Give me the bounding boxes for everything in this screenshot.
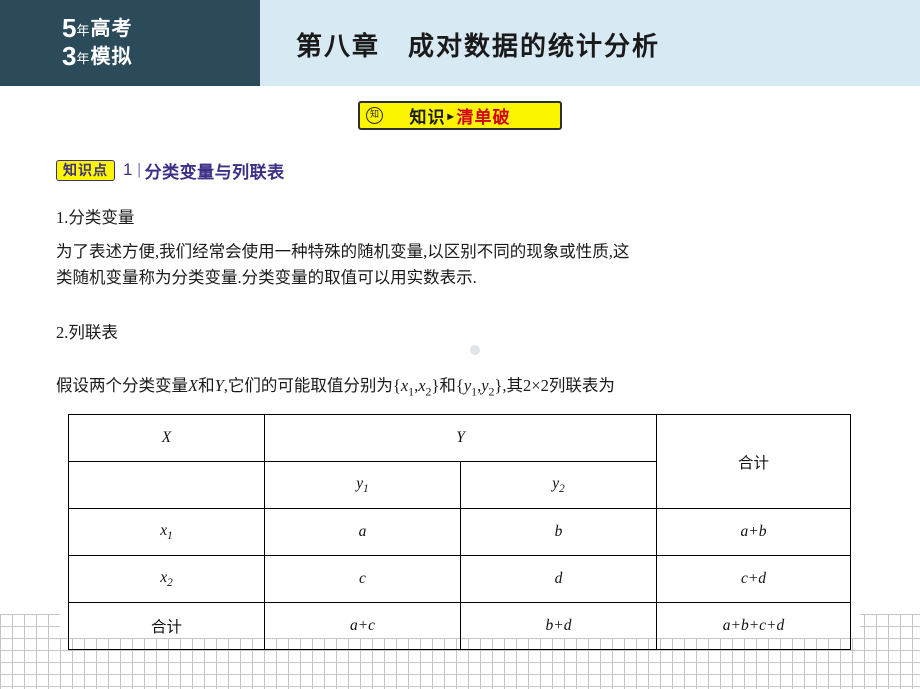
table-cell-c-plus-d: c+d <box>656 555 851 603</box>
page-watermark-dot <box>470 345 480 355</box>
table-subheader-y2-sub: 2 <box>559 483 565 496</box>
table-row-label-x2: x2 <box>68 555 265 603</box>
section-banner: 知 知识 ▸ 清单破 <box>358 101 562 130</box>
banner-separator-icon: ▸ <box>447 108 455 123</box>
p2-mid-1: 和 <box>198 376 215 395</box>
banner-text-red: 清单破 <box>456 108 511 127</box>
p2-pre: 假设两个分类变量 <box>56 376 188 395</box>
table-cell-a-plus-b: a+b <box>656 508 851 556</box>
table-cell-b-plus-d: b+d <box>460 602 657 650</box>
brand-logo-cn-1: 年 <box>76 23 91 38</box>
p2-var-x: X <box>188 376 199 395</box>
knowledge-point-heading: 知识点 1 | 分类变量与列联表 <box>56 158 285 182</box>
brand-logo-big-1: 高考 <box>90 18 133 40</box>
knowledge-point-title: 分类变量与列联表 <box>144 162 285 182</box>
paragraph-1-line-1: 为了表述方便,我们经常会使用一种特殊的随机变量,以区别不同的现象或性质,这 <box>56 242 630 261</box>
chapter-title: 第八章 成对数据的统计分析 <box>296 31 661 61</box>
table-cell-grand-total: a+b+c+d <box>656 602 851 650</box>
p2-var-y: Y <box>214 376 224 395</box>
brand-logo-number-1: 5 <box>62 13 77 43</box>
table-header-total: 合计 <box>656 414 851 509</box>
brand-logo-cn-2: 年 <box>76 51 91 66</box>
paragraph-1-line-2: 类随机变量称为分类变量.分类变量的取值可以用实数表示. <box>56 267 477 287</box>
brand-logo-line-2: 3年模拟 <box>62 42 174 70</box>
table-row: X Y 合计 <box>68 414 851 509</box>
table-row-label-x2-sub: 2 <box>167 577 173 590</box>
p2-set2-y2: y <box>481 376 489 395</box>
brand-logo-number-2: 3 <box>62 41 77 71</box>
table-cell-a: a <box>264 508 461 556</box>
table-row-label-x1: x1 <box>68 508 265 556</box>
subheading-2: 2.列联表 <box>56 323 118 342</box>
p2-set1-x2: x <box>418 376 426 395</box>
banner-text: 知识 ▸ 清单破 <box>360 103 560 128</box>
knowledge-point-bar: | <box>137 161 141 178</box>
p2-post: },其2×2列联表为 <box>494 376 615 395</box>
table-row: 合计 a+c b+d a+b+c+d <box>68 602 851 650</box>
table-row-label-x1-sub: 1 <box>167 530 173 543</box>
table-subheader-y1-sub: 1 <box>363 483 369 496</box>
table-cell-c: c <box>264 555 461 603</box>
table-header-x: X <box>68 414 265 462</box>
table-cell-empty <box>68 461 265 509</box>
page-header: 5年高考 3年模拟 第八章 成对数据的统计分析 <box>0 0 920 86</box>
brand-logo-line-1: 5年高考 <box>62 14 174 42</box>
brand-logo: 5年高考 3年模拟 <box>62 14 174 72</box>
table-header-y: Y <box>264 414 657 462</box>
table-subheader-y1: y1 <box>264 461 461 509</box>
p2-mid-2: ,它们的可能取值分别为{ <box>223 376 401 395</box>
brand-logo-big-2: 模拟 <box>90 46 133 68</box>
knowledge-point-number: 1 <box>123 160 133 179</box>
table-subheader-y2: y2 <box>460 461 657 509</box>
p2-mid-3: }和{ <box>431 376 464 395</box>
knowledge-point-tag: 知识点 <box>56 159 115 181</box>
contingency-table: X Y 合计 y1 y2 x1 a b a+b x2 c d c+d 合计 a+… <box>68 414 851 650</box>
table-cell-a-plus-c: a+c <box>264 602 461 650</box>
table-row: x1 a b a+b <box>68 508 851 556</box>
subheading-1: 1.分类变量 <box>56 208 135 227</box>
table-cell-b: b <box>460 508 657 556</box>
banner-text-black: 知识 <box>409 108 446 127</box>
paragraph-1: 为了表述方便,我们经常会使用一种特殊的随机变量,以区别不同的现象或性质,这 类随… <box>56 239 856 290</box>
table-row: x2 c d c+d <box>68 555 851 603</box>
table-cell-d: d <box>460 555 657 603</box>
paragraph-2: 假设两个分类变量X和Y,它们的可能取值分别为{x1,x2}和{y1,y2},其2… <box>56 373 874 401</box>
table-row-label-total: 合计 <box>68 602 265 650</box>
